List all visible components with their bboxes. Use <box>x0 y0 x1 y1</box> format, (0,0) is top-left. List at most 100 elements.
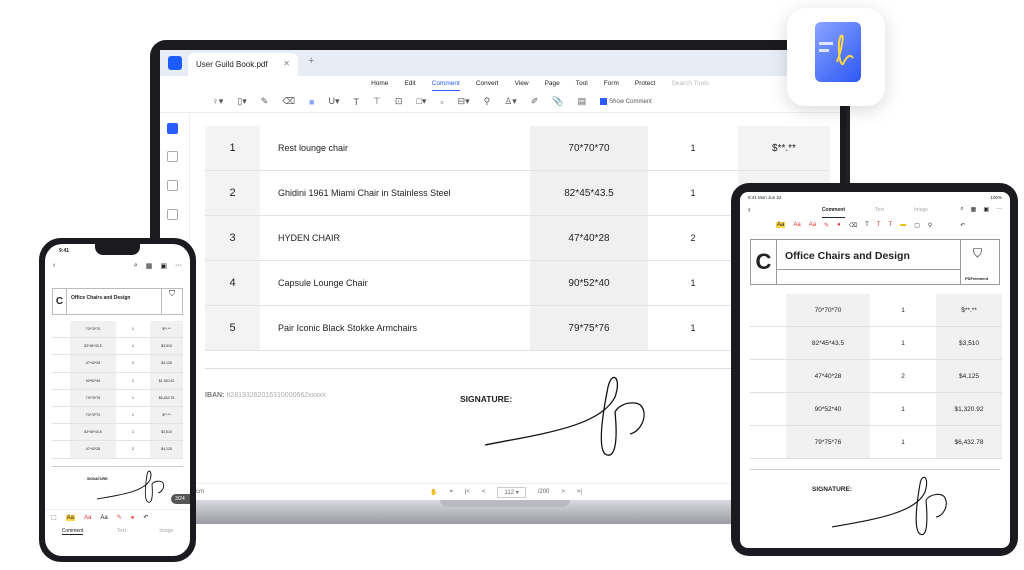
grid-icon[interactable]: ▦ <box>146 262 153 276</box>
table-row: 79*75*76 1 $6,432.78 <box>52 389 183 407</box>
menu-tool[interactable]: Tool <box>576 80 588 91</box>
undo-icon[interactable]: ↶ <box>143 514 148 521</box>
prev-page-icon[interactable]: < <box>482 489 486 495</box>
menu-home[interactable]: Home <box>371 80 388 91</box>
area-highlight-icon[interactable]: ▯▾ <box>237 96 246 107</box>
shape-icon[interactable]: ▢ <box>914 222 920 229</box>
item-quantity: 1 <box>901 438 905 446</box>
close-icon[interactable]: ✕ <box>283 59 290 68</box>
document-tab[interactable]: User Guild Book.pdf ✕ <box>188 53 298 76</box>
item-quantity: 2 <box>690 233 696 243</box>
item-name: Ghidini 1961 Miami Chair in Stainless St… <box>278 188 451 198</box>
menu-form[interactable]: Form <box>604 80 619 91</box>
comment-icon[interactable] <box>167 180 178 191</box>
tab-text[interactable]: Text <box>875 207 884 218</box>
callout-icon[interactable]: ⊡ <box>395 96 403 107</box>
tab-text[interactable]: Text <box>117 528 126 535</box>
underline-icon[interactable]: U▾ <box>328 96 339 107</box>
underline-text-icon[interactable]: Aa <box>84 515 91 521</box>
attachment-icon[interactable]: 📎 <box>552 96 563 107</box>
menu-protect[interactable]: Protect <box>635 80 656 91</box>
back-icon[interactable]: ‹ <box>53 262 55 276</box>
item-price: $3,510 <box>150 338 183 355</box>
item-price: $6,432.78 <box>936 426 1002 458</box>
menu-convert[interactable]: Convert <box>476 80 499 91</box>
rectangle-icon[interactable]: □▾ <box>416 96 426 107</box>
thumbnails-icon[interactable] <box>167 123 178 134</box>
show-comment-checkbox[interactable]: Show Comment <box>600 97 652 105</box>
signature-icon[interactable]: ♙▾ <box>504 96 517 107</box>
highlight-text-icon[interactable]: Aa <box>776 222 786 228</box>
menu-view[interactable]: View <box>515 80 529 91</box>
page-current: 112 <box>504 489 515 496</box>
comment-toolbar: ♀▾ ▯▾ ✎ ⌫ ■ U▾ T ⊤ ⊡ □▾ ▫ ⊟▾ ⚲ ♙▾ ✐ 📎 ▤ … <box>160 91 840 113</box>
save-icon[interactable]: ▣ <box>983 206 989 213</box>
row-number <box>52 338 70 354</box>
comment-list-icon[interactable]: ▤ <box>578 96 587 107</box>
first-page-icon[interactable]: |< <box>465 489 470 495</box>
more-icon[interactable]: ··· <box>175 262 182 276</box>
more-icon[interactable]: ··· <box>996 206 1002 213</box>
menu-comment[interactable]: Comment <box>431 80 460 91</box>
item-name: Capsule Lounge Chair <box>278 278 368 288</box>
strikethrough-icon[interactable]: Aa <box>100 515 107 521</box>
hand-tool-icon[interactable]: ✋ <box>430 489 437 496</box>
pen-sign-icon[interactable]: ✐ <box>531 96 539 107</box>
eraser-icon[interactable]: ⌫ <box>849 222 857 229</box>
tab-comment[interactable]: Comment <box>821 207 845 218</box>
textbox-icon[interactable]: T <box>877 222 881 228</box>
select-area-icon[interactable]: ⬚ <box>51 514 57 521</box>
stamp-icon[interactable]: ⚲ <box>484 96 491 107</box>
pen-icon[interactable]: ✎ <box>117 514 122 521</box>
strikethrough-icon[interactable]: Aa <box>809 222 816 228</box>
search-tools[interactable]: Search Tools <box>671 80 708 91</box>
stamp-icon[interactable]: ⚲ <box>928 222 932 229</box>
callout-icon[interactable]: T <box>889 222 893 228</box>
search-icon[interactable]: ⌕ <box>960 206 963 213</box>
last-page-icon[interactable]: >| <box>577 489 582 495</box>
item-price: $**.** <box>150 406 183 424</box>
color-block-icon[interactable]: ■ <box>309 97 314 107</box>
page-input[interactable]: 112 ▾ <box>497 486 526 498</box>
tab-image[interactable]: Image <box>914 207 928 218</box>
iban: IBAN: It28193262016310000662xxxxx <box>205 392 326 399</box>
next-page-icon[interactable]: > <box>561 489 565 495</box>
measure-icon[interactable]: ⊟▾ <box>458 96 470 107</box>
undo-icon[interactable]: ↶ <box>960 222 965 229</box>
save-icon[interactable]: ▣ <box>160 262 167 276</box>
item-dimensions: 82*45*43.5 <box>70 338 116 355</box>
item-quantity: 1 <box>690 323 696 333</box>
color-icon[interactable]: ● <box>837 222 841 228</box>
item-dimensions: 79*75*76 <box>70 389 116 406</box>
table-row: 79*75*76 1 $6,432.78 <box>750 426 1002 459</box>
phone-status-time: 9:41 <box>59 248 70 254</box>
textbox-icon[interactable]: ⊤ <box>373 96 381 107</box>
row-number <box>750 294 786 326</box>
highlight-text-icon[interactable]: Aa <box>65 514 76 521</box>
text-icon[interactable]: T <box>865 222 869 228</box>
text-icon[interactable]: T <box>354 97 360 107</box>
brand-label: PDFelement <box>965 276 989 281</box>
pencil-icon[interactable]: ✎ <box>261 96 269 107</box>
eraser-icon[interactable]: ⌫ <box>282 96 295 107</box>
tab-comment[interactable]: Comment <box>61 528 84 535</box>
select-tool-icon[interactable]: ⌖ <box>449 489 452 496</box>
grid-icon[interactable]: ▦ <box>971 206 977 213</box>
search-icon[interactable]: ⌕ <box>134 262 138 276</box>
note-icon[interactable]: ▬ <box>900 222 906 228</box>
page-icon[interactable] <box>167 209 178 220</box>
table-row: 70*70*70 1 $**.** <box>52 406 183 425</box>
new-tab-button[interactable]: + <box>308 55 314 67</box>
item-dimensions: 47*40*28 <box>530 216 648 260</box>
tab-image[interactable]: Image <box>159 528 173 535</box>
tab-bar: User Guild Book.pdf ✕ + <box>160 50 840 76</box>
menu-edit[interactable]: Edit <box>404 80 415 91</box>
highlight-icon[interactable]: ♀▾ <box>212 96 223 107</box>
underline-text-icon[interactable]: Aa <box>793 222 800 228</box>
note-icon[interactable]: ▫ <box>440 97 443 107</box>
pen-icon[interactable]: ✎ <box>824 222 829 229</box>
color-icon[interactable]: ● <box>131 515 135 521</box>
menu-page[interactable]: Page <box>545 80 560 91</box>
item-dimensions: 70*70*70 <box>786 294 870 326</box>
bookmark-icon[interactable] <box>167 151 178 162</box>
